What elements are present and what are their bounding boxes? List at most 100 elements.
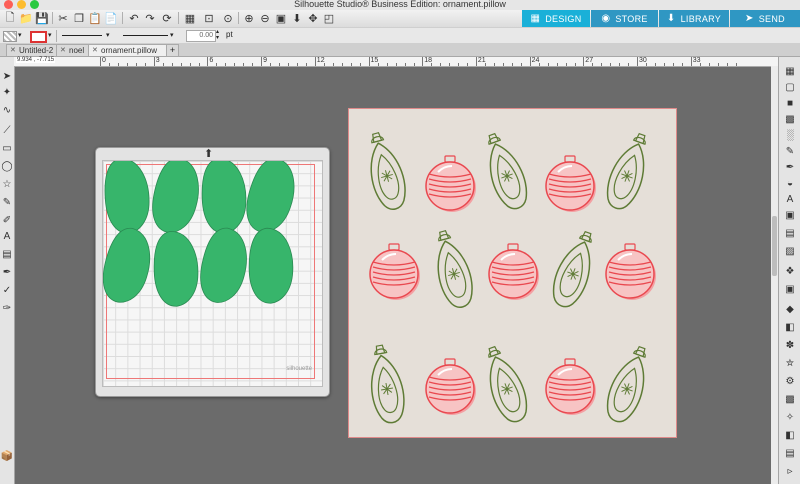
- page-panel-icon[interactable]: ▢: [782, 79, 798, 95]
- doc-tab-ornament-pillow[interactable]: ✕ ornament.pillow: [88, 44, 168, 56]
- trace-icon[interactable]: ◆: [782, 301, 798, 317]
- green-ornament[interactable]: [547, 227, 603, 311]
- doc-tab-untitled-2[interactable]: ✕ Untitled-2: [6, 44, 60, 56]
- fill-color-icon[interactable]: ■: [782, 95, 798, 111]
- pattern-icon[interactable]: ░: [782, 127, 798, 143]
- design-view-icon[interactable]: ◧: [782, 427, 798, 443]
- green-ornament[interactable]: [601, 342, 657, 426]
- close-tab-icon[interactable]: ✕: [60, 45, 66, 56]
- draw-bezier-icon[interactable]: ∿: [0, 103, 14, 117]
- rhinestone-icon[interactable]: ✽: [782, 337, 798, 353]
- transform-icon[interactable]: ▣: [782, 207, 798, 223]
- panel-toggle-icon[interactable]: ▹: [782, 463, 798, 479]
- polygon-tool-icon[interactable]: ☆: [0, 177, 14, 191]
- doc-tab-noel[interactable]: ✕ noel: [56, 44, 92, 56]
- line-join-select[interactable]: [123, 35, 168, 36]
- leaf-shape[interactable]: [198, 226, 250, 305]
- sketch-icon[interactable]: ✒: [782, 159, 798, 175]
- gradient-icon[interactable]: ▩: [782, 111, 798, 127]
- green-ornament[interactable]: [601, 129, 657, 213]
- green-ornament[interactable]: [361, 130, 411, 213]
- pan-down-icon[interactable]: ⬇: [290, 11, 304, 25]
- save-icon[interactable]: 💾: [35, 11, 49, 25]
- emboss-icon[interactable]: ✮: [782, 355, 798, 371]
- vertical-scrollbar[interactable]: [771, 66, 778, 484]
- tab-store[interactable]: ◉ STORE: [591, 10, 658, 27]
- zoom-out-icon[interactable]: ⊖: [258, 11, 272, 25]
- edit-points-icon[interactable]: ✦: [0, 85, 14, 99]
- tab-send[interactable]: ➤ SEND: [730, 10, 800, 27]
- leaf-shape[interactable]: [103, 225, 154, 305]
- library-panel-icon[interactable]: 📦: [0, 449, 14, 463]
- page-setup-icon[interactable]: ▦: [782, 63, 798, 79]
- green-ornament[interactable]: [428, 228, 478, 311]
- eraser-tool-icon[interactable]: ▤: [0, 247, 14, 261]
- line-join-dropdown-icon[interactable]: ▾: [170, 31, 174, 39]
- redo-icon[interactable]: ↷: [143, 11, 157, 25]
- tab-design[interactable]: ▦ DESIGN: [522, 10, 590, 27]
- line-style-dropdown-icon[interactable]: ▾: [106, 31, 110, 39]
- zoom-selection-icon[interactable]: ▣: [274, 11, 288, 25]
- open-folder-icon[interactable]: 📁: [19, 11, 33, 25]
- select-tool-icon[interactable]: ➤: [0, 69, 14, 83]
- zoom-in-icon[interactable]: ⊕: [242, 11, 256, 25]
- red-ornament[interactable]: [488, 243, 539, 300]
- pen-tool-icon[interactable]: ✑: [0, 301, 14, 315]
- text-tool-icon[interactable]: A: [0, 229, 14, 243]
- knife-tool-icon[interactable]: ✒: [0, 265, 14, 279]
- new-tab-button[interactable]: +: [166, 44, 179, 57]
- green-ornament[interactable]: [477, 342, 533, 426]
- image-effects-icon[interactable]: ◒: [782, 175, 798, 191]
- rectangle-tool-icon[interactable]: ▭: [0, 141, 14, 155]
- fill-swatch[interactable]: [3, 31, 17, 42]
- pix-scan-icon[interactable]: ▩: [782, 391, 798, 407]
- replicate-icon[interactable]: ▨: [782, 243, 798, 259]
- line-width-input[interactable]: 0.00: [186, 30, 216, 42]
- tab-library[interactable]: ⬇ LIBRARY: [659, 10, 729, 27]
- fit-page-icon[interactable]: ◰: [322, 11, 336, 25]
- nesting-icon[interactable]: ⚙: [782, 373, 798, 389]
- leaf-shape[interactable]: [197, 161, 251, 236]
- line-color-dropdown-icon[interactable]: ▾: [48, 31, 52, 39]
- red-ornament[interactable]: [605, 243, 656, 300]
- cut-icon[interactable]: ✂: [56, 11, 70, 25]
- leaf-shape[interactable]: [103, 161, 155, 236]
- line-style-select[interactable]: [62, 35, 102, 36]
- leaf-shape[interactable]: [245, 226, 297, 305]
- ellipse-tool-icon[interactable]: ◯: [0, 159, 14, 173]
- layers-icon[interactable]: ◧: [782, 319, 798, 335]
- leaf-shape[interactable]: [149, 228, 203, 308]
- line-color-swatch[interactable]: [30, 31, 47, 43]
- modify-icon[interactable]: ❖: [782, 263, 798, 279]
- line-panel-icon[interactable]: ✎: [782, 143, 798, 159]
- brush-tool-icon[interactable]: ✐: [0, 213, 14, 227]
- green-ornament[interactable]: [364, 343, 408, 425]
- fill-dropdown-icon[interactable]: ▾: [18, 31, 22, 39]
- undo-icon[interactable]: ↶: [127, 11, 141, 25]
- red-ornament[interactable]: [369, 243, 420, 300]
- leaf-shape[interactable]: [150, 161, 202, 235]
- print-cut-icon[interactable]: ✧: [782, 409, 798, 425]
- deselect-icon[interactable]: ⊡: [202, 11, 216, 25]
- text-style-icon[interactable]: A: [782, 191, 798, 207]
- leaf-shape[interactable]: [243, 161, 300, 236]
- eyedropper-tool-icon[interactable]: ✓: [0, 283, 14, 297]
- paste-icon[interactable]: 📋: [88, 11, 102, 25]
- red-ornament[interactable]: [545, 358, 596, 415]
- move-icon[interactable]: ✥: [306, 11, 320, 25]
- scrollbar-thumb[interactable]: [772, 216, 777, 276]
- clipboard-icon[interactable]: 📄: [104, 11, 118, 25]
- red-ornament[interactable]: [425, 358, 476, 415]
- pencil-tool-icon[interactable]: ✎: [0, 195, 14, 209]
- align-icon[interactable]: ▤: [782, 225, 798, 241]
- select-target-icon[interactable]: ⊙: [221, 11, 235, 25]
- new-document-icon[interactable]: 🗋: [3, 11, 17, 25]
- green-ornament[interactable]: [477, 129, 533, 213]
- offset-icon[interactable]: ▣: [782, 281, 798, 297]
- close-tab-icon[interactable]: ✕: [10, 45, 16, 56]
- split-view-icon[interactable]: ▤: [782, 445, 798, 461]
- line-width-stepper[interactable]: ▴ ▾: [216, 29, 219, 41]
- line-tool-icon[interactable]: ⟋: [0, 123, 14, 137]
- select-all-icon[interactable]: ▦: [183, 11, 197, 25]
- redraw-icon[interactable]: ⟳: [160, 11, 174, 25]
